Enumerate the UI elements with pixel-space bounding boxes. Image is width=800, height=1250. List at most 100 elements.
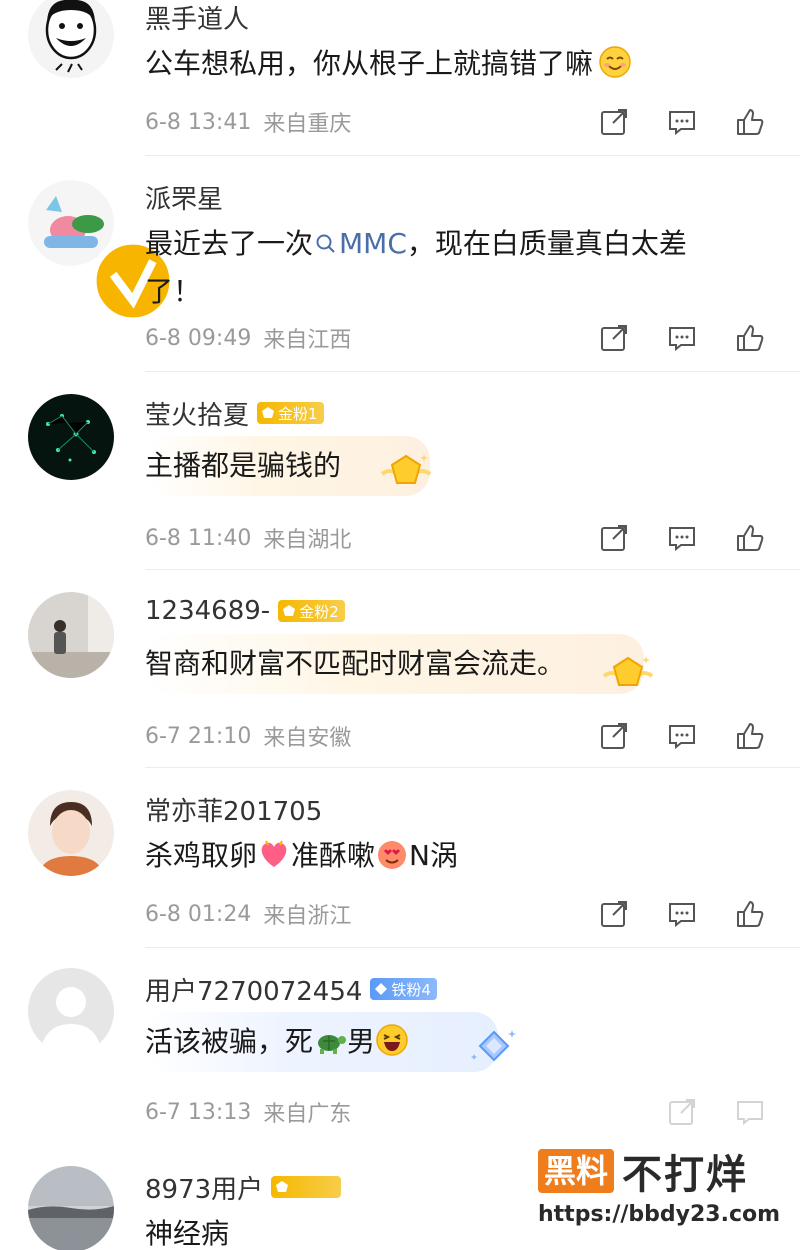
thumbs-up-icon — [737, 901, 764, 927]
landscape-avatar-icon — [28, 1166, 114, 1250]
share-icon — [669, 1099, 695, 1125]
username[interactable]: 8973用户 — [145, 1169, 263, 1206]
avatar[interactable] — [28, 394, 114, 480]
fan-badge-label: 铁粉4 — [391, 980, 431, 999]
divider — [145, 767, 800, 768]
username[interactable]: 莹火拾夏 — [145, 395, 249, 432]
heart-hug-emoji-icon — [257, 837, 291, 871]
comment-time: 6-8 11:40 — [145, 525, 252, 551]
share-button[interactable] — [594, 716, 634, 756]
username[interactable]: 1234689- — [145, 596, 270, 626]
share-button[interactable] — [594, 518, 634, 558]
comment-text: 神经病 — [145, 1217, 230, 1250]
comment-text: 智商和财富不匹配时财富会流走。 — [145, 647, 566, 680]
comment-icon — [669, 725, 695, 750]
search-link-icon — [315, 222, 337, 253]
avatar[interactable] — [28, 180, 176, 324]
comment-text: 了！ — [145, 275, 202, 308]
comment-item: 1234689- 金粉2 智商和财富不匹配时财富会流走。 6-7 21:10 来… — [0, 592, 800, 768]
thumbs-up-icon — [737, 325, 764, 351]
comment-time: 6-8 01:24 — [145, 901, 252, 927]
share-button[interactable] — [594, 102, 634, 142]
comment-time: 6-7 21:10 — [145, 723, 252, 749]
verified-badge-icon — [90, 238, 176, 324]
reply-button[interactable] — [662, 716, 702, 756]
comment-bubble: 智商和财富不匹配时财富会流走。 — [145, 634, 645, 694]
comment-location: 来自江西 — [263, 328, 352, 353]
watermark-logo-box: 黑料 — [538, 1149, 615, 1193]
fan-badge-label: 金粉2 — [299, 602, 339, 621]
avatar[interactable] — [28, 592, 114, 678]
fan-badge — [271, 1176, 342, 1198]
like-button[interactable] — [730, 318, 770, 358]
like-button[interactable] — [730, 716, 770, 756]
reply-button[interactable] — [662, 894, 702, 934]
gold-fan-decoration-icon — [600, 652, 656, 700]
comment-icon — [669, 327, 695, 352]
fan-badge-label: 金粉1 — [278, 404, 318, 423]
username[interactable]: 常亦菲201705 — [145, 791, 322, 828]
blue-gem-icon — [374, 982, 388, 996]
avatar[interactable] — [28, 790, 114, 876]
blue-fan-decoration-icon — [466, 1024, 522, 1072]
share-button[interactable] — [594, 318, 634, 358]
username[interactable]: 用户7270072454 — [145, 971, 362, 1008]
gold-gem-icon — [261, 406, 275, 420]
gold-gem-icon — [282, 604, 296, 618]
avatar[interactable] — [28, 0, 114, 78]
comment-time: 6-8 09:49 — [145, 325, 252, 351]
thumbs-up-icon — [737, 109, 764, 135]
share-button[interactable] — [662, 1092, 702, 1132]
reply-button[interactable] — [662, 318, 702, 358]
smile-face-emoji-icon — [598, 45, 632, 79]
comment-location: 来自浙江 — [263, 904, 352, 929]
comment-location: 来自安徽 — [263, 726, 352, 751]
reply-button[interactable] — [662, 102, 702, 142]
avatar[interactable] — [28, 1166, 114, 1250]
laughing-face-emoji-icon — [375, 1023, 409, 1057]
comment-icon — [669, 527, 695, 552]
comment-text: ，现在白质量真白太差 — [406, 227, 687, 260]
comment-item: 派罘星 最近去了一次 MMC，现在白质量真白太差 了！ 6-8 09:49 来自江… — [0, 180, 800, 372]
thumbs-up-icon — [737, 525, 764, 551]
comment-item: 常亦菲201705 杀鸡取卵 准酥嗽 N涡 6-8 01:24 来自浙江 — [0, 790, 800, 948]
site-watermark: 黑料 不打烊 https://bbdy23.com — [538, 1142, 780, 1227]
watermark-url: https://bbdy23.com — [538, 1202, 781, 1227]
topic-link[interactable]: MMC — [339, 227, 407, 260]
comment-location: 来自湖北 — [263, 528, 352, 553]
gold-fan-decoration-icon — [378, 450, 434, 498]
comment-text: N涡 — [409, 839, 458, 872]
username[interactable]: 黑手道人 — [145, 0, 249, 36]
like-button[interactable] — [730, 102, 770, 142]
comment-icon — [737, 1101, 763, 1126]
comment-item: 用户7270072454 铁粉4 活该被骗，死男 6-7 13:13 来自广东 — [0, 968, 800, 1148]
like-button[interactable] — [730, 894, 770, 934]
divider — [145, 155, 800, 156]
constellation-avatar-icon — [28, 394, 114, 480]
comment-location: 来自重庆 — [263, 112, 352, 137]
share-button[interactable] — [594, 894, 634, 934]
share-icon — [601, 723, 627, 749]
portrait-avatar-icon — [28, 790, 114, 876]
thumbs-up-icon — [737, 723, 764, 749]
comment-icon — [669, 111, 695, 136]
divider — [145, 947, 800, 948]
share-icon — [601, 525, 627, 551]
comment-feed: 黑手道人 公车想私用，你从根子上就搞错了嘛 6-8 13:41 来自重庆 派罘星… — [0, 0, 800, 1250]
like-button[interactable] — [730, 518, 770, 558]
comment-time: 6-8 13:41 — [145, 109, 252, 135]
gold-gem-icon — [275, 1180, 289, 1194]
avatar[interactable] — [28, 968, 114, 1054]
comment-location: 来自广东 — [263, 1102, 352, 1127]
comment-text: 杀鸡取卵 — [145, 839, 258, 872]
share-icon — [601, 901, 627, 927]
fan-badge: 金粉2 — [278, 600, 345, 622]
share-icon — [601, 109, 627, 135]
reply-button[interactable] — [730, 1092, 770, 1132]
cartoon-avatar-icon — [28, 0, 114, 78]
username[interactable]: 派罘星 — [145, 179, 223, 216]
watermark-text: 不打烊 — [622, 1152, 749, 1198]
reply-button[interactable] — [662, 518, 702, 558]
comment-text: 男 — [347, 1025, 376, 1058]
comment-bubble: 活该被骗，死男 — [145, 1012, 499, 1072]
